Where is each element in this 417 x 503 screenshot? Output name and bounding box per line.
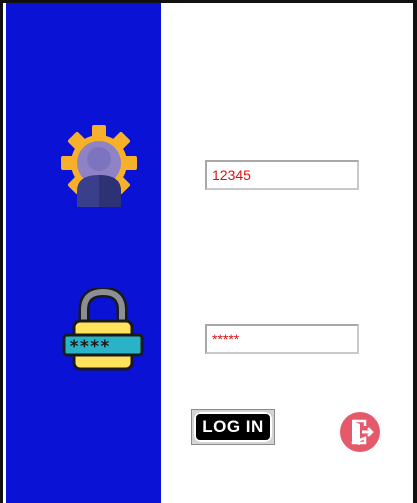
svg-text:****_: ****_: [69, 337, 121, 357]
user-settings-icon: [61, 125, 137, 207]
password-lock-icon: ****_: [62, 288, 144, 371]
password-field[interactable]: [205, 324, 359, 354]
login-button-face: LOG IN: [194, 412, 272, 442]
login-window: ****_ LOG IN: [3, 3, 413, 503]
side-panel: ****_: [6, 3, 161, 503]
login-button-label: LOG IN: [202, 417, 264, 436]
username-field[interactable]: [205, 160, 359, 190]
main-panel: LOG IN: [161, 3, 413, 503]
exit-door-icon[interactable]: [339, 411, 381, 453]
login-button[interactable]: LOG IN: [191, 409, 275, 445]
